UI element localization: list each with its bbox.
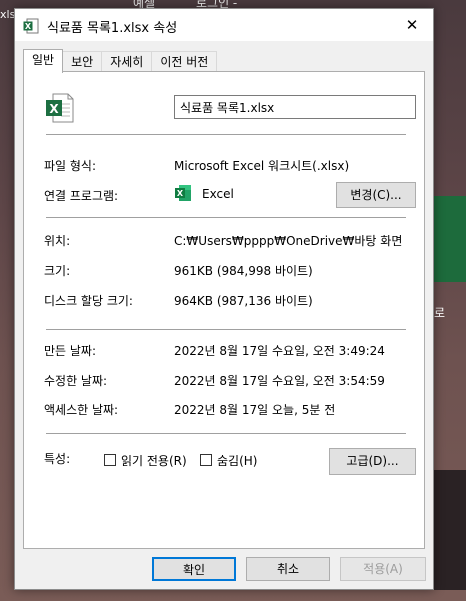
svg-text:X: X: [49, 102, 59, 116]
tab-details[interactable]: 자세히: [101, 51, 153, 72]
file-type-value: Microsoft Excel 워크시트(.xlsx): [174, 159, 350, 173]
desktop-fragment-right: 로: [434, 306, 446, 320]
desktop-fragment-left: xls: [0, 8, 16, 21]
desktop-dark-panel: [433, 470, 466, 590]
disk-size-label: 디스크 할당 크기:: [44, 294, 133, 308]
desktop-green-panel: [433, 196, 466, 282]
general-panel: X 식료품 목록1.xlsx 파일 형식: Microsoft Excel 워크…: [23, 71, 425, 549]
svg-text:X: X: [177, 189, 184, 198]
excel-file-icon: X: [23, 18, 39, 37]
close-button[interactable]: ✕: [391, 9, 433, 41]
divider: [46, 217, 406, 218]
readonly-label[interactable]: 읽기 전용(R): [121, 452, 187, 469]
attributes-label: 특성:: [44, 452, 71, 466]
hidden-checkbox[interactable]: [200, 454, 212, 466]
title-bar: X 식료품 목록1.xlsx 속성 ✕: [15, 9, 433, 41]
excel-app-icon: X: [174, 184, 192, 205]
accessed-label: 액세스한 날짜:: [44, 403, 119, 417]
excel-file-icon: X: [44, 92, 76, 127]
hidden-label[interactable]: 숨김(H): [217, 452, 257, 469]
tab-previous-versions[interactable]: 이전 버전: [151, 51, 218, 72]
created-value: 2022년 8월 17일 수요일, 오전 3:49:24: [174, 344, 385, 358]
readonly-checkbox[interactable]: [104, 454, 116, 466]
file-name-input[interactable]: 식료품 목록1.xlsx: [174, 95, 416, 119]
disk-size-value: 964KB (987,136 바이트): [174, 294, 313, 308]
cancel-button[interactable]: 취소: [246, 557, 330, 581]
advanced-button[interactable]: 고급(D)...: [329, 448, 416, 475]
location-label: 위치:: [44, 234, 71, 248]
size-value: 961KB (984,998 바이트): [174, 264, 313, 278]
modified-value: 2022년 8월 17일 수요일, 오전 3:54:59: [174, 374, 385, 388]
opens-with-label: 연결 프로그램:: [44, 189, 119, 203]
tab-strip: 일반 보안 자세히 이전 버전: [23, 49, 218, 73]
tab-general[interactable]: 일반: [23, 49, 64, 73]
tab-security[interactable]: 보안: [62, 51, 103, 72]
svg-text:X: X: [25, 22, 32, 31]
modified-label: 수정한 날짜:: [44, 374, 108, 388]
opens-with-value: Excel: [202, 187, 234, 201]
created-label: 만든 날짜:: [44, 344, 97, 358]
size-label: 크기:: [44, 264, 71, 278]
close-icon: ✕: [405, 16, 419, 34]
window-title: 식료품 목록1.xlsx 속성: [47, 21, 178, 36]
apply-button[interactable]: 적용(A): [340, 557, 426, 581]
accessed-value: 2022년 8월 17일 오늘, 5분 전: [174, 403, 336, 417]
properties-dialog: X 식료품 목록1.xlsx 속성 ✕ 일반 보안 자세히 이전 버전 X 식료…: [14, 8, 434, 590]
divider: [46, 329, 406, 330]
file-type-label: 파일 형식:: [44, 159, 97, 173]
ok-button[interactable]: 확인: [152, 557, 236, 581]
change-button[interactable]: 변경(C)...: [336, 182, 416, 208]
divider: [46, 134, 406, 135]
location-value: C:₩Users₩pppp₩OneDrive₩바탕 화면: [174, 234, 403, 248]
divider: [46, 433, 406, 434]
